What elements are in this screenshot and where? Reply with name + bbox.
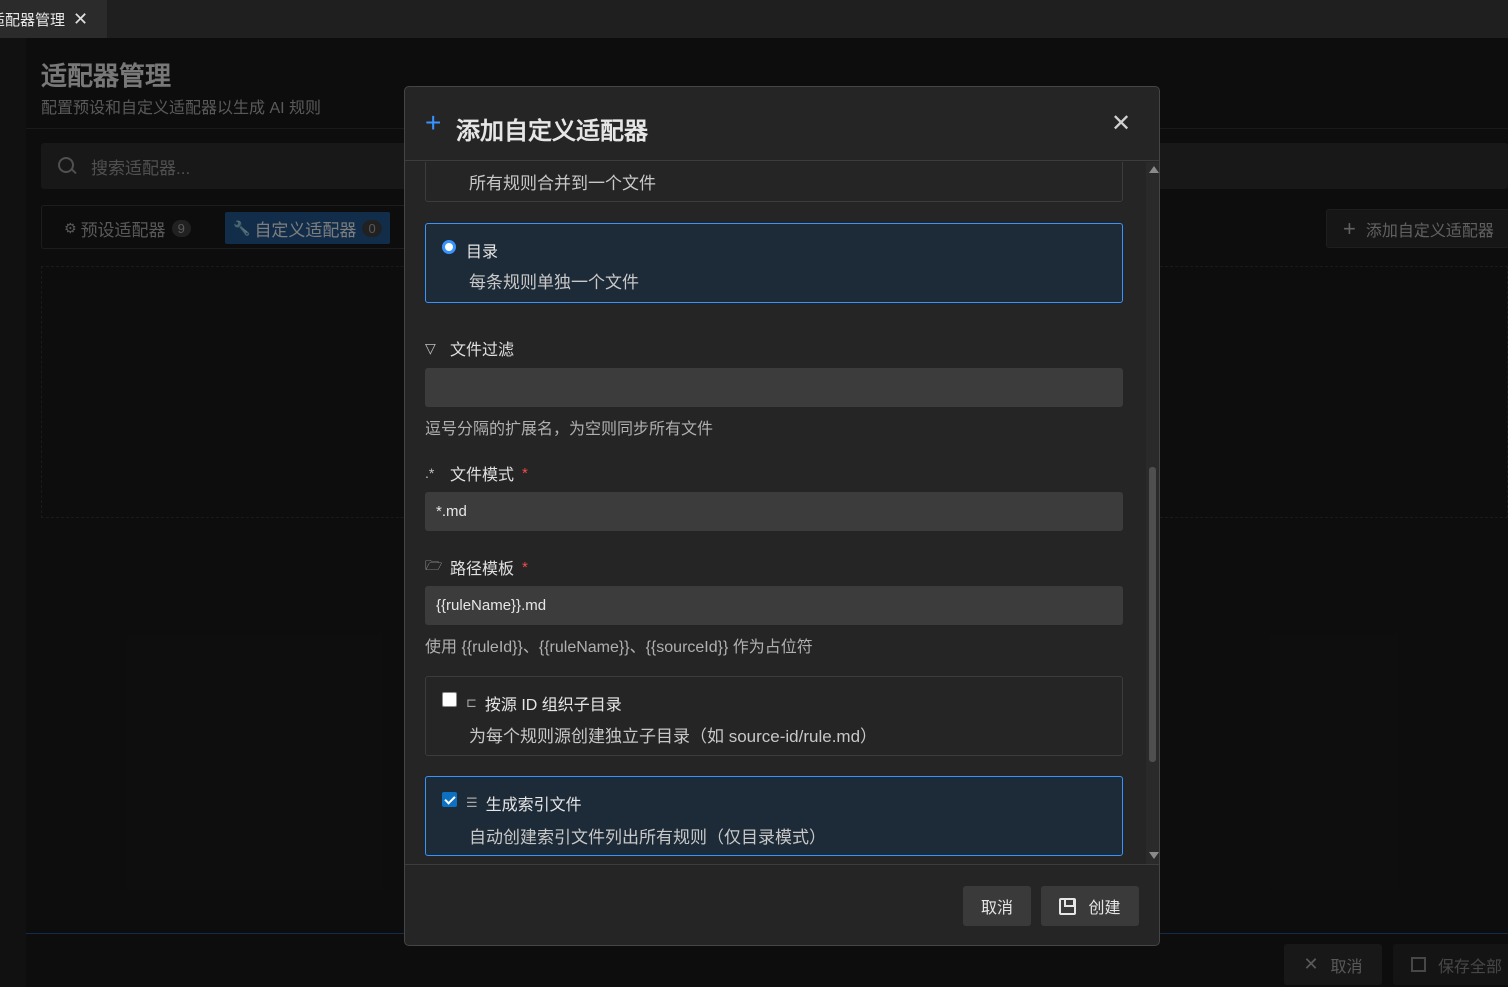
dialog-footer: 取消 创建: [405, 864, 1159, 945]
file-pattern-input[interactable]: *.md: [425, 492, 1123, 531]
regex-icon: .*: [425, 465, 435, 481]
close-icon[interactable]: ✕: [73, 9, 88, 30]
option-title: 目录: [466, 244, 499, 261]
dialog-header: + 添加自定义适配器 ✕: [405, 87, 1159, 161]
cancel-button[interactable]: 取消: [963, 886, 1031, 926]
tab-label: 适配器管理: [0, 11, 66, 29]
single-file-option[interactable]: 所有规则合并到一个文件: [425, 162, 1123, 202]
create-button[interactable]: 创建: [1041, 886, 1139, 926]
button-label: 创建: [1088, 900, 1121, 917]
path-template-input[interactable]: {{ruleName}}.md: [425, 586, 1123, 625]
folder-icon: 🗁: [425, 557, 443, 573]
dialog-title: 添加自定义适配器: [456, 118, 648, 145]
generate-index-option[interactable]: ☰ 生成索引文件 自动创建索引文件列出所有规则（仅目录模式）: [425, 776, 1123, 856]
organize-by-source-option[interactable]: ⊏ 按源 ID 组织子目录 为每个规则源创建独立子目录（如 source-id/…: [425, 676, 1123, 756]
folder-tree-icon: ⊏: [466, 695, 477, 710]
filter-icon: ▽: [425, 339, 436, 356]
option-title: ⊏ 按源 ID 组织子目录: [466, 695, 622, 714]
file-pattern-label: .* 文件模式 *: [425, 464, 528, 485]
path-template-hint: 使用 {{ruleId}}、{{ruleName}}、{{sourceId}} …: [425, 639, 813, 656]
directory-option[interactable]: 目录 每条规则单独一个文件: [425, 223, 1123, 303]
file-filter-input[interactable]: [425, 368, 1123, 407]
editor-tab-bar: 适配器管理 ✕: [0, 0, 1508, 38]
organize-by-source-checkbox[interactable]: [442, 692, 457, 707]
option-description: 每条规则单独一个文件: [469, 273, 639, 292]
option-title: ☰ 生成索引文件: [466, 795, 582, 814]
required-marker: *: [522, 464, 528, 482]
scroll-up-icon[interactable]: [1149, 166, 1159, 173]
add-custom-adapter-dialog: + 添加自定义适配器 ✕ 所有规则合并到一个文件 目录 每条规则单独一个文件 ▽…: [404, 86, 1160, 946]
tab-adapter-management[interactable]: 适配器管理 ✕: [0, 0, 107, 38]
scrollbar-thumb[interactable]: [1149, 467, 1156, 762]
button-label: 取消: [980, 900, 1013, 917]
dialog-scrollbar[interactable]: [1146, 162, 1159, 864]
required-marker: *: [522, 558, 528, 576]
option-description: 为每个规则源创建独立子目录（如 source-id/rule.md）: [469, 727, 878, 746]
scroll-down-icon[interactable]: [1149, 852, 1159, 859]
list-tree-icon: ☰: [466, 795, 478, 810]
path-template-label: 🗁 路径模板 *: [425, 557, 528, 578]
generate-index-checkbox[interactable]: [442, 792, 457, 807]
radio-selected[interactable]: [442, 240, 456, 254]
file-filter-hint: 逗号分隔的扩展名，为空则同步所有文件: [425, 421, 714, 438]
plus-icon: +: [425, 107, 442, 138]
close-dialog-button[interactable]: ✕: [1111, 109, 1131, 138]
option-description: 自动创建索引文件列出所有规则（仅目录模式）: [469, 828, 826, 847]
save-icon: [1059, 897, 1077, 915]
file-filter-label: ▽ 文件过滤: [425, 339, 515, 360]
option-description: 所有规则合并到一个文件: [469, 174, 656, 193]
dialog-body: 所有规则合并到一个文件 目录 每条规则单独一个文件 ▽ 文件过滤 逗号分隔的扩展…: [405, 162, 1147, 864]
